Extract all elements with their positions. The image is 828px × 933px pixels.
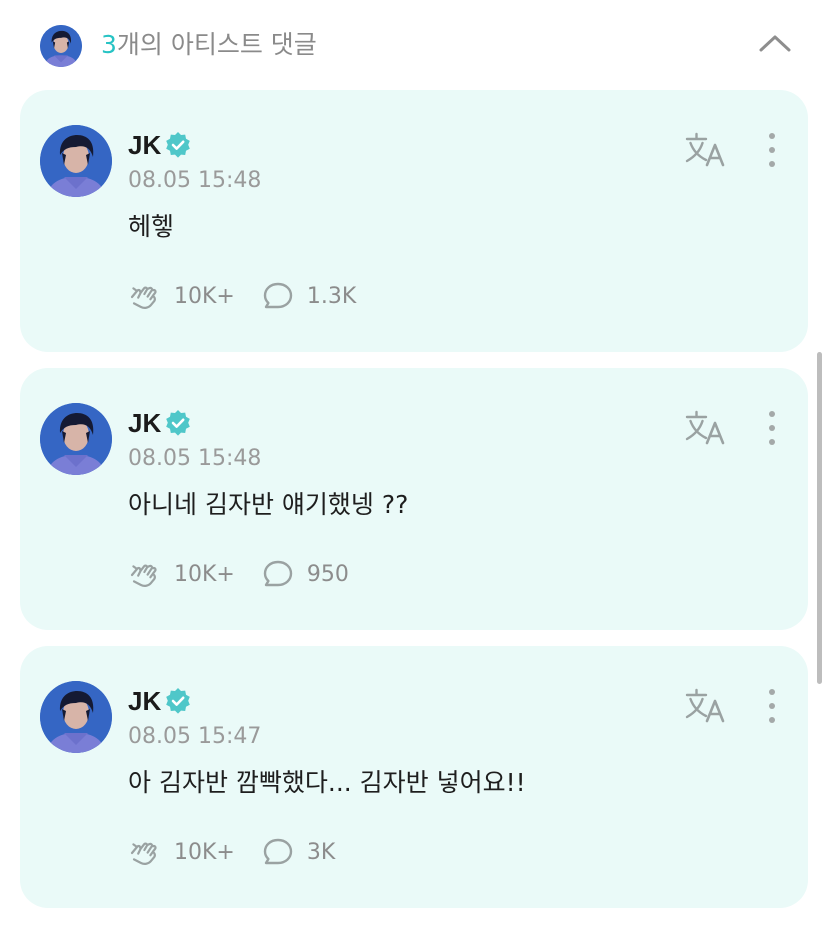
translate-icon — [685, 410, 725, 445]
cheer-hand-icon — [130, 286, 157, 309]
artist-comments-header: 3개의 아티스트 댓글 — [0, 0, 828, 90]
reply-button[interactable]: 1.3K — [261, 280, 356, 312]
timestamp: 08.05 15:47 — [128, 724, 262, 749]
verified-badge-icon — [166, 688, 191, 714]
comment-text: 헤헿 — [128, 212, 175, 241]
comment-text: 아니네 김자반 얘기했넹 ?? — [128, 490, 409, 519]
comment-text: 아 김자반 깜빡했다... 김자반 넣어요!! — [128, 768, 526, 797]
verified-badge-icon — [166, 410, 191, 436]
comment-count: 3 — [101, 30, 117, 59]
reply-button[interactable]: 950 — [261, 558, 349, 590]
author-row: JK — [128, 406, 191, 440]
more-options-button[interactable] — [760, 408, 784, 448]
like-count: 10K+ — [174, 561, 235, 587]
header-title: 3개의 아티스트 댓글 — [101, 28, 317, 62]
reply-count: 950 — [306, 561, 349, 587]
reply-count: 3K — [306, 839, 336, 865]
more-vertical-icon — [769, 133, 775, 167]
cheer-hand-icon — [130, 564, 157, 587]
timestamp: 08.05 15:48 — [128, 446, 262, 471]
header-avatar — [40, 25, 82, 67]
like-button[interactable]: 10K+ — [128, 558, 235, 590]
like-count: 10K+ — [174, 283, 235, 309]
more-vertical-icon — [769, 411, 775, 445]
like-count: 10K+ — [174, 839, 235, 865]
more-vertical-icon — [769, 689, 775, 723]
author-row: JK — [128, 684, 191, 718]
speech-bubble-icon — [263, 282, 293, 309]
comment-card: JK 08.05 15:48 아니네 김자반 얘기했넹 ?? 10K+ 950 — [20, 368, 808, 630]
author-row: JK — [128, 128, 191, 162]
timestamp: 08.05 15:48 — [128, 168, 262, 193]
comment-stats: 10K+ 950 — [128, 558, 349, 590]
header-title-text: 개의 아티스트 댓글 — [116, 30, 317, 59]
more-options-button[interactable] — [760, 686, 784, 726]
cheer-hand-icon — [130, 842, 157, 865]
scrollbar[interactable] — [817, 352, 822, 684]
comment-stats: 10K+ 3K — [128, 836, 335, 868]
translate-button[interactable] — [684, 130, 728, 170]
avatar[interactable] — [40, 681, 112, 753]
reply-button[interactable]: 3K — [261, 836, 335, 868]
reply-count: 1.3K — [306, 283, 357, 309]
translate-button[interactable] — [684, 408, 728, 448]
like-button[interactable]: 10K+ — [128, 280, 235, 312]
author-name[interactable]: JK — [128, 130, 161, 161]
artist-comments-panel: 3개의 아티스트 댓글 JK 08.05 15:48 헤헿 10K+ 1.3K … — [0, 0, 828, 933]
avatar[interactable] — [40, 403, 112, 475]
collapse-button[interactable] — [756, 28, 794, 58]
translate-icon — [685, 688, 725, 723]
comment-card: JK 08.05 15:47 아 김자반 깜빡했다... 김자반 넣어요!! 1… — [20, 646, 808, 908]
more-options-button[interactable] — [760, 130, 784, 170]
like-button[interactable]: 10K+ — [128, 836, 235, 868]
author-name[interactable]: JK — [128, 686, 161, 717]
translate-button[interactable] — [684, 686, 728, 726]
speech-bubble-icon — [263, 560, 293, 587]
avatar[interactable] — [40, 125, 112, 197]
chevron-up-icon — [759, 35, 791, 52]
author-name[interactable]: JK — [128, 408, 161, 439]
verified-badge-icon — [166, 132, 191, 158]
comment-stats: 10K+ 1.3K — [128, 280, 356, 312]
comment-card: JK 08.05 15:48 헤헿 10K+ 1.3K — [20, 90, 808, 352]
translate-icon — [685, 132, 725, 167]
speech-bubble-icon — [263, 838, 293, 865]
